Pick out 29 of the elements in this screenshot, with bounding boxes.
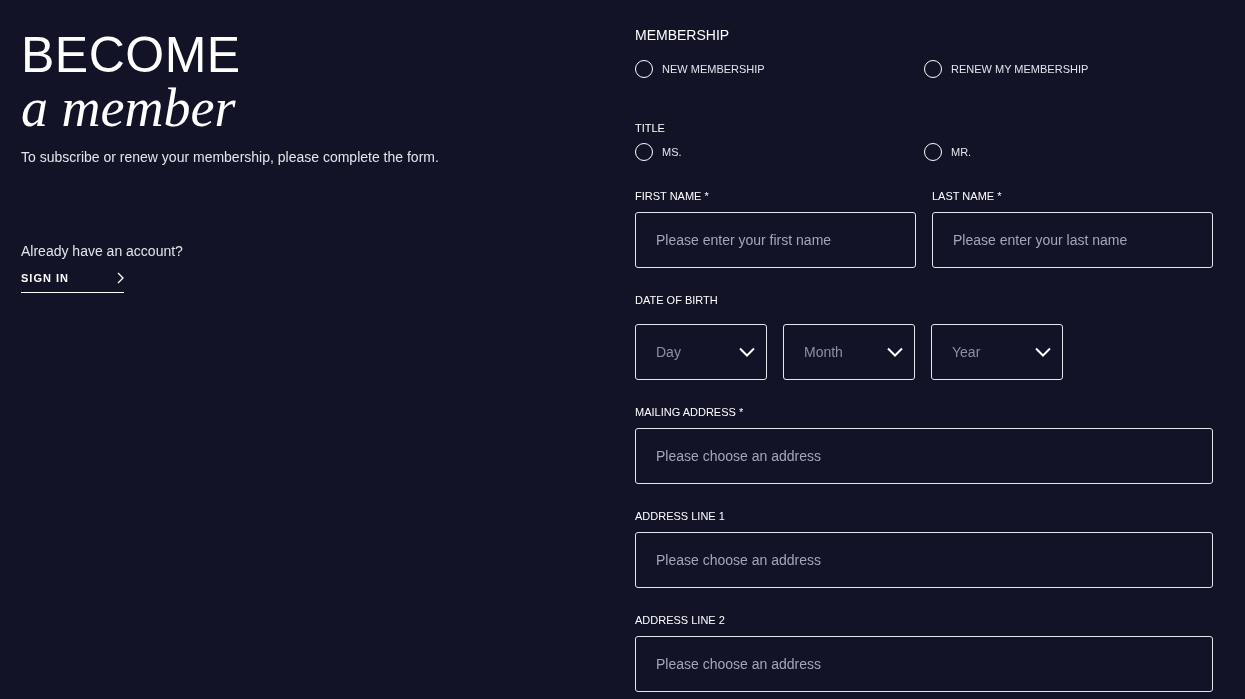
page-heading: BECOME bbox=[21, 30, 242, 80]
chevron-down-icon bbox=[739, 347, 755, 357]
sign-in-link[interactable]: SIGN IN bbox=[21, 261, 124, 294]
field-label: DATE OF BIRTH bbox=[635, 294, 718, 307]
field-label: FIRST NAME * bbox=[635, 190, 709, 203]
page-subheading: a member bbox=[21, 80, 237, 137]
input-field[interactable]: Please choose an address bbox=[635, 532, 1213, 588]
input-field[interactable]: Please enter your last name bbox=[932, 212, 1213, 268]
input-field[interactable]: Please choose an address bbox=[635, 636, 1213, 692]
intro-text: To subscribe or renew your membership, please complete the form. bbox=[21, 147, 440, 167]
field-label: ADDRESS LINE 2 bbox=[635, 614, 725, 627]
option-label: MS. bbox=[662, 144, 682, 160]
chevron-right-icon bbox=[117, 271, 124, 284]
select-field[interactable]: Year bbox=[931, 324, 1063, 380]
field-label: MAILING ADDRESS * bbox=[635, 406, 744, 419]
field-label: LAST NAME * bbox=[932, 190, 1002, 203]
select-field[interactable]: Month bbox=[783, 324, 915, 380]
input-field[interactable]: Please enter your first name bbox=[635, 212, 916, 268]
input-field[interactable]: Please choose an address bbox=[635, 428, 1213, 484]
field-label: ADDRESS LINE 1 bbox=[635, 510, 725, 523]
section-label: MEMBERSHIP bbox=[635, 27, 730, 43]
option-label: MR. bbox=[951, 144, 972, 160]
option-label: NEW MEMBERSHIP bbox=[662, 61, 765, 77]
select-field[interactable]: Day bbox=[635, 324, 767, 380]
option-label: RENEW MY MEMBERSHIP bbox=[951, 61, 1089, 77]
chevron-down-icon bbox=[1035, 347, 1051, 357]
section-label: TITLE bbox=[635, 122, 665, 135]
account-prompt: Already have an account? bbox=[21, 241, 184, 261]
chevron-down-icon bbox=[887, 347, 903, 357]
